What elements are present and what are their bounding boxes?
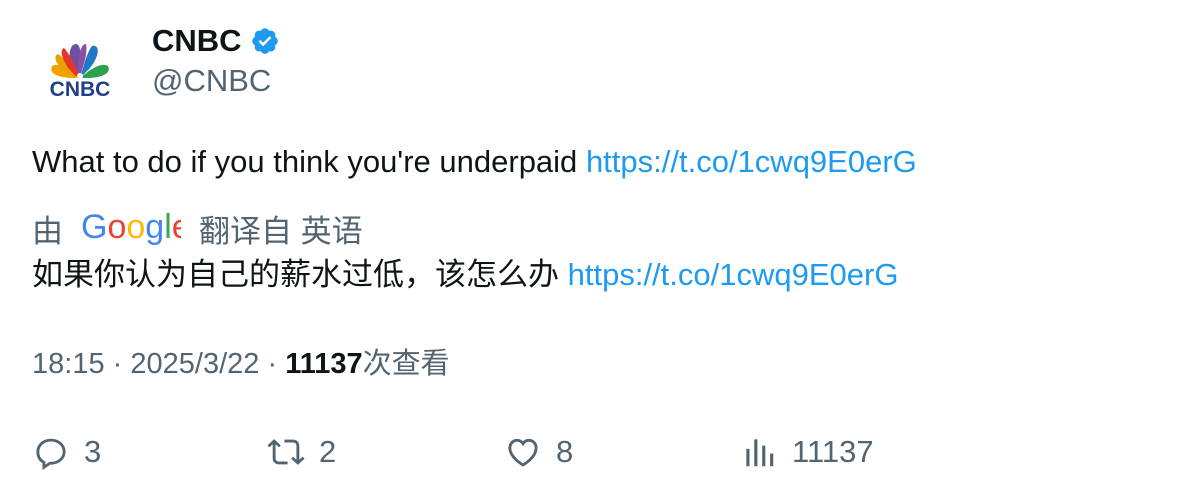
translated-body: 如果你认为自己的薪水过低，该怎么办 xyxy=(32,257,559,292)
like-button[interactable]: 8 xyxy=(504,430,573,474)
translated-link[interactable]: https://t.co/1cwq9E0erG xyxy=(568,257,899,292)
author-name[interactable]: CNBC xyxy=(152,22,280,60)
heart-icon xyxy=(508,438,538,467)
avatar[interactable]: CNBC xyxy=(28,26,132,130)
author-name-text[interactable]: CNBC xyxy=(152,22,242,60)
translation-prefix: 由 xyxy=(32,213,63,249)
tweet-link[interactable]: https://t.co/1cwq9E0erG xyxy=(586,144,917,179)
reply-count: 3 xyxy=(84,434,102,469)
translation-suffix[interactable]: 翻译自 英语 xyxy=(199,213,363,251)
tweet-date[interactable]: 2025/3/22 xyxy=(130,348,259,380)
google-logo-icon: Google xyxy=(81,208,191,255)
tweet-meta: 18:15 · 2025/3/22 · 11137次查看 xyxy=(32,345,450,383)
tweet-text: What to do if you think you're underpaid… xyxy=(32,143,917,181)
retweet-count: 2 xyxy=(319,434,337,469)
like-count: 8 xyxy=(556,434,574,469)
meta-separator: · xyxy=(267,348,278,380)
translation-attribution: 由 Google 翻译自 英语 xyxy=(32,208,363,255)
meta-separator: · xyxy=(112,348,123,380)
retweet-icon xyxy=(267,439,305,465)
views-button[interactable]: 11137 xyxy=(740,430,874,474)
views-action-count: 11137 xyxy=(792,434,874,469)
tweet-time[interactable]: 18:15 xyxy=(32,348,105,380)
reply-icon xyxy=(36,438,66,471)
views-count: 11137 xyxy=(285,348,363,380)
author-handle[interactable]: @CNBC xyxy=(152,63,271,99)
reply-button[interactable]: 3 xyxy=(32,430,101,474)
cnbc-peacock-logo-icon: CNBC xyxy=(50,43,111,101)
tweet-body: What to do if you think you're underpaid xyxy=(32,144,578,179)
verified-badge-icon[interactable] xyxy=(250,26,280,56)
svg-text:CNBC: CNBC xyxy=(50,78,111,101)
svg-text:Google: Google xyxy=(81,208,181,246)
action-bar: 3 2 8 11137 xyxy=(0,430,1196,478)
analytics-bar-icon xyxy=(746,439,774,467)
views-label: 次查看 xyxy=(362,348,450,380)
translated-text: 如果你认为自己的薪水过低，该怎么办 https://t.co/1cwq9E0er… xyxy=(32,256,898,294)
retweet-button[interactable]: 2 xyxy=(267,430,336,474)
